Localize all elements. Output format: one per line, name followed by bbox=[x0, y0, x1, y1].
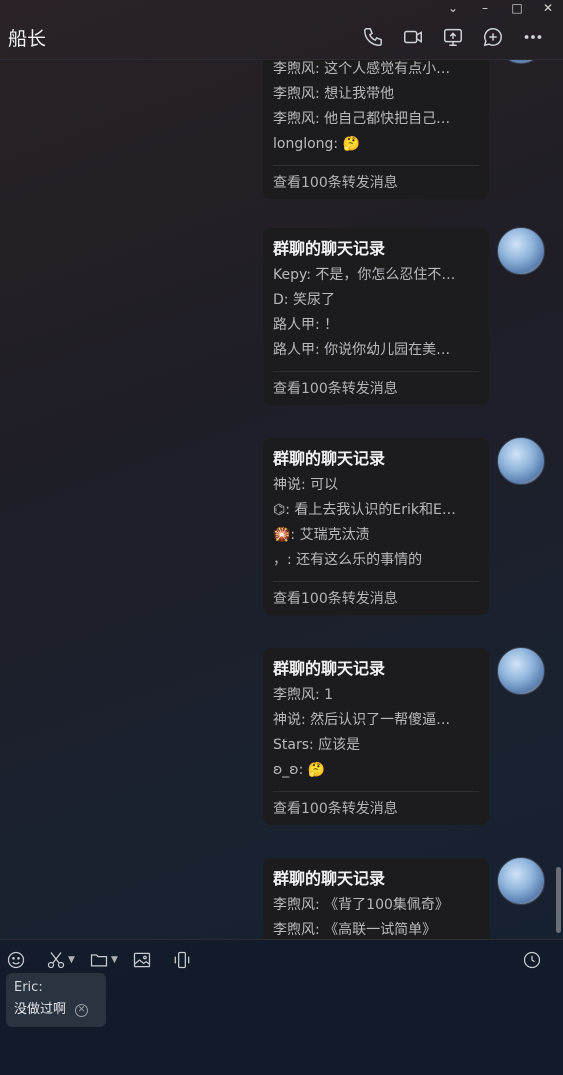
more-icon[interactable] bbox=[520, 24, 546, 50]
avatar[interactable] bbox=[497, 437, 545, 485]
title-bar: 船长 ⌄ – □ ✕ bbox=[0, 0, 563, 60]
scrollbar[interactable] bbox=[556, 867, 561, 933]
card-title: 群聊的聊天记录 bbox=[273, 659, 386, 678]
card-line: 李煦风: 《背了100集佩奇》 bbox=[273, 897, 449, 913]
chevron-down-icon[interactable]: ▼ bbox=[68, 955, 75, 965]
view-forwarded-link[interactable]: 查看100条转发消息 bbox=[273, 581, 479, 615]
forwarded-chat-card[interactable]: 群聊的聊天记录 神说: 可以 ⌬: 看上去我认识的Erik和E… 🎇: 艾瑞克汰… bbox=[263, 438, 489, 615]
card-line: ʚ_ʚ: 🤔 bbox=[273, 762, 326, 778]
close-icon[interactable]: ✕ bbox=[75, 1003, 89, 1017]
card-line: 李煦风: 这个人感觉有点小… bbox=[273, 61, 451, 77]
history-icon[interactable] bbox=[522, 949, 542, 971]
maximize-button[interactable]: □ bbox=[508, 0, 526, 16]
view-forwarded-link[interactable]: 查看100条转发消息 bbox=[273, 791, 479, 825]
avatar[interactable] bbox=[497, 227, 545, 275]
card-line: longlong: 🤔 bbox=[273, 136, 361, 152]
video-call-icon[interactable] bbox=[400, 24, 426, 50]
card-line: Kepy: 不是，你怎么忍住不… bbox=[273, 267, 456, 283]
phone-icon[interactable] bbox=[360, 24, 386, 50]
view-forwarded-link[interactable]: 查看100条转发消息 bbox=[273, 165, 479, 199]
close-button[interactable]: ✕ bbox=[539, 0, 557, 16]
avatar[interactable] bbox=[497, 60, 545, 64]
card-title: 群聊的聊天记录 bbox=[273, 239, 386, 258]
image-icon[interactable] bbox=[132, 949, 152, 971]
card-title: 群聊的聊天记录 bbox=[273, 869, 386, 888]
forwarded-chat-card[interactable]: 群聊的聊天记录 李煦风: 1 神说: 然后认识了一帮傻逼… Stars: 应该是… bbox=[263, 648, 489, 825]
card-line: 路人甲: ！ bbox=[273, 317, 339, 333]
card-line: 李煦风: 《高联一试简单》 bbox=[273, 922, 437, 938]
add-chat-icon[interactable] bbox=[480, 24, 506, 50]
chevron-down-icon[interactable]: ▼ bbox=[111, 955, 118, 965]
avatar[interactable] bbox=[497, 647, 545, 695]
card-line: 路人甲: 你说你幼儿园在美… bbox=[273, 342, 451, 358]
card-line: 神说: 然后认识了一帮傻逼… bbox=[273, 712, 451, 728]
window-dropdown-button[interactable]: ⌄ bbox=[444, 0, 462, 16]
card-line: 李煦风: 他自己都快把自己… bbox=[273, 111, 451, 127]
card-title: 群聊的聊天记录 bbox=[273, 449, 386, 468]
view-forwarded-link[interactable]: 查看100条转发消息 bbox=[273, 371, 479, 405]
chat-message-list[interactable]: 李煦风: 这个人感觉有点小… 李煦风: 想让我带他 李煦风: 他自己都快把自己…… bbox=[0, 60, 563, 939]
shake-icon[interactable] bbox=[172, 949, 192, 971]
scissors-icon[interactable]: ▼ bbox=[46, 949, 75, 971]
card-line: 李煦风: 1 bbox=[273, 687, 334, 703]
card-line: ⌬: 看上去我认识的Erik和E… bbox=[273, 502, 456, 518]
chat-title: 船长 bbox=[8, 28, 47, 50]
card-line: ，: 还有这么乐的事情的 bbox=[273, 552, 423, 568]
message-composer[interactable]: ▼ ▼ Eric: 没做过啊 ✕ bbox=[0, 939, 563, 1075]
quoted-reply: Eric: 没做过啊 ✕ bbox=[6, 973, 106, 1027]
quote-sender: Eric: bbox=[14, 980, 43, 995]
emoji-icon[interactable] bbox=[6, 949, 26, 971]
forwarded-chat-card[interactable]: 群聊的聊天记录 李煦风: 《背了100集佩奇》 李煦风: 《高联一试简单》 bbox=[263, 858, 489, 939]
quote-text: 没做过啊 bbox=[14, 1002, 67, 1017]
card-line: Stars: 应该是 bbox=[273, 737, 361, 753]
minimize-button[interactable]: – bbox=[476, 0, 494, 16]
folder-icon[interactable]: ▼ bbox=[89, 949, 118, 971]
forwarded-chat-card[interactable]: 李煦风: 这个人感觉有点小… 李煦风: 想让我带他 李煦风: 他自己都快把自己…… bbox=[263, 60, 489, 199]
card-line: 李煦风: 想让我带他 bbox=[273, 86, 395, 102]
screen-share-icon[interactable] bbox=[440, 24, 466, 50]
card-line: 神说: 可以 bbox=[273, 477, 339, 493]
forwarded-chat-card[interactable]: 群聊的聊天记录 Kepy: 不是，你怎么忍住不… D: 笑尿了 路人甲: ！ 路… bbox=[263, 228, 489, 405]
card-line: D: 笑尿了 bbox=[273, 292, 335, 308]
avatar[interactable] bbox=[497, 857, 545, 905]
card-line: 🎇: 艾瑞克汰渍 bbox=[273, 527, 370, 543]
